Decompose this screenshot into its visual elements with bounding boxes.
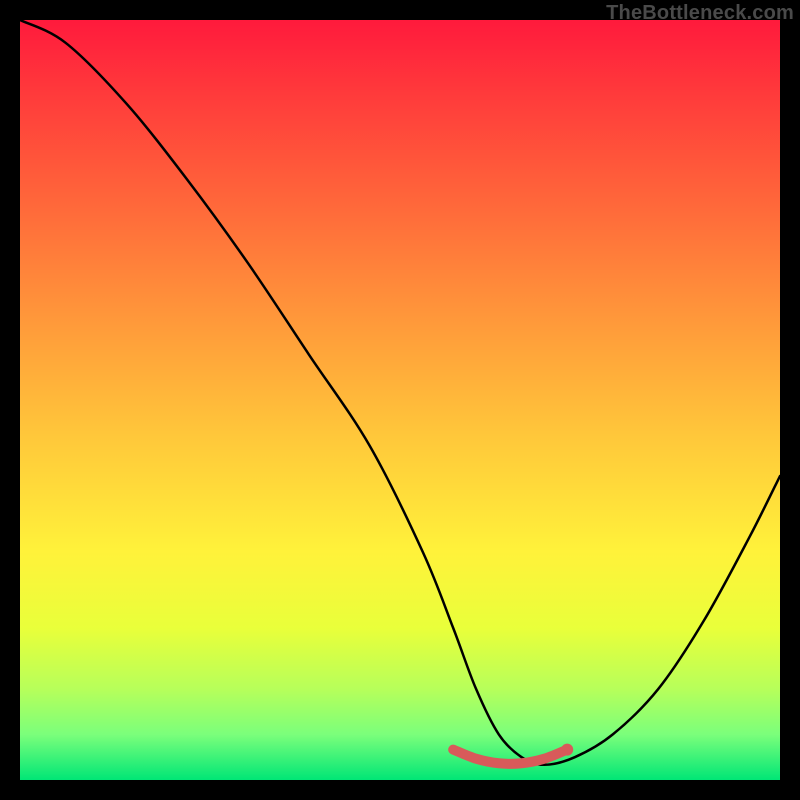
valley-marker xyxy=(453,750,567,764)
plot-area xyxy=(20,20,780,780)
valley-end-dot xyxy=(561,744,573,756)
bottleneck-curve xyxy=(20,20,780,765)
chart-frame: TheBottleneck.com xyxy=(0,0,800,800)
curve-layer xyxy=(20,20,780,780)
